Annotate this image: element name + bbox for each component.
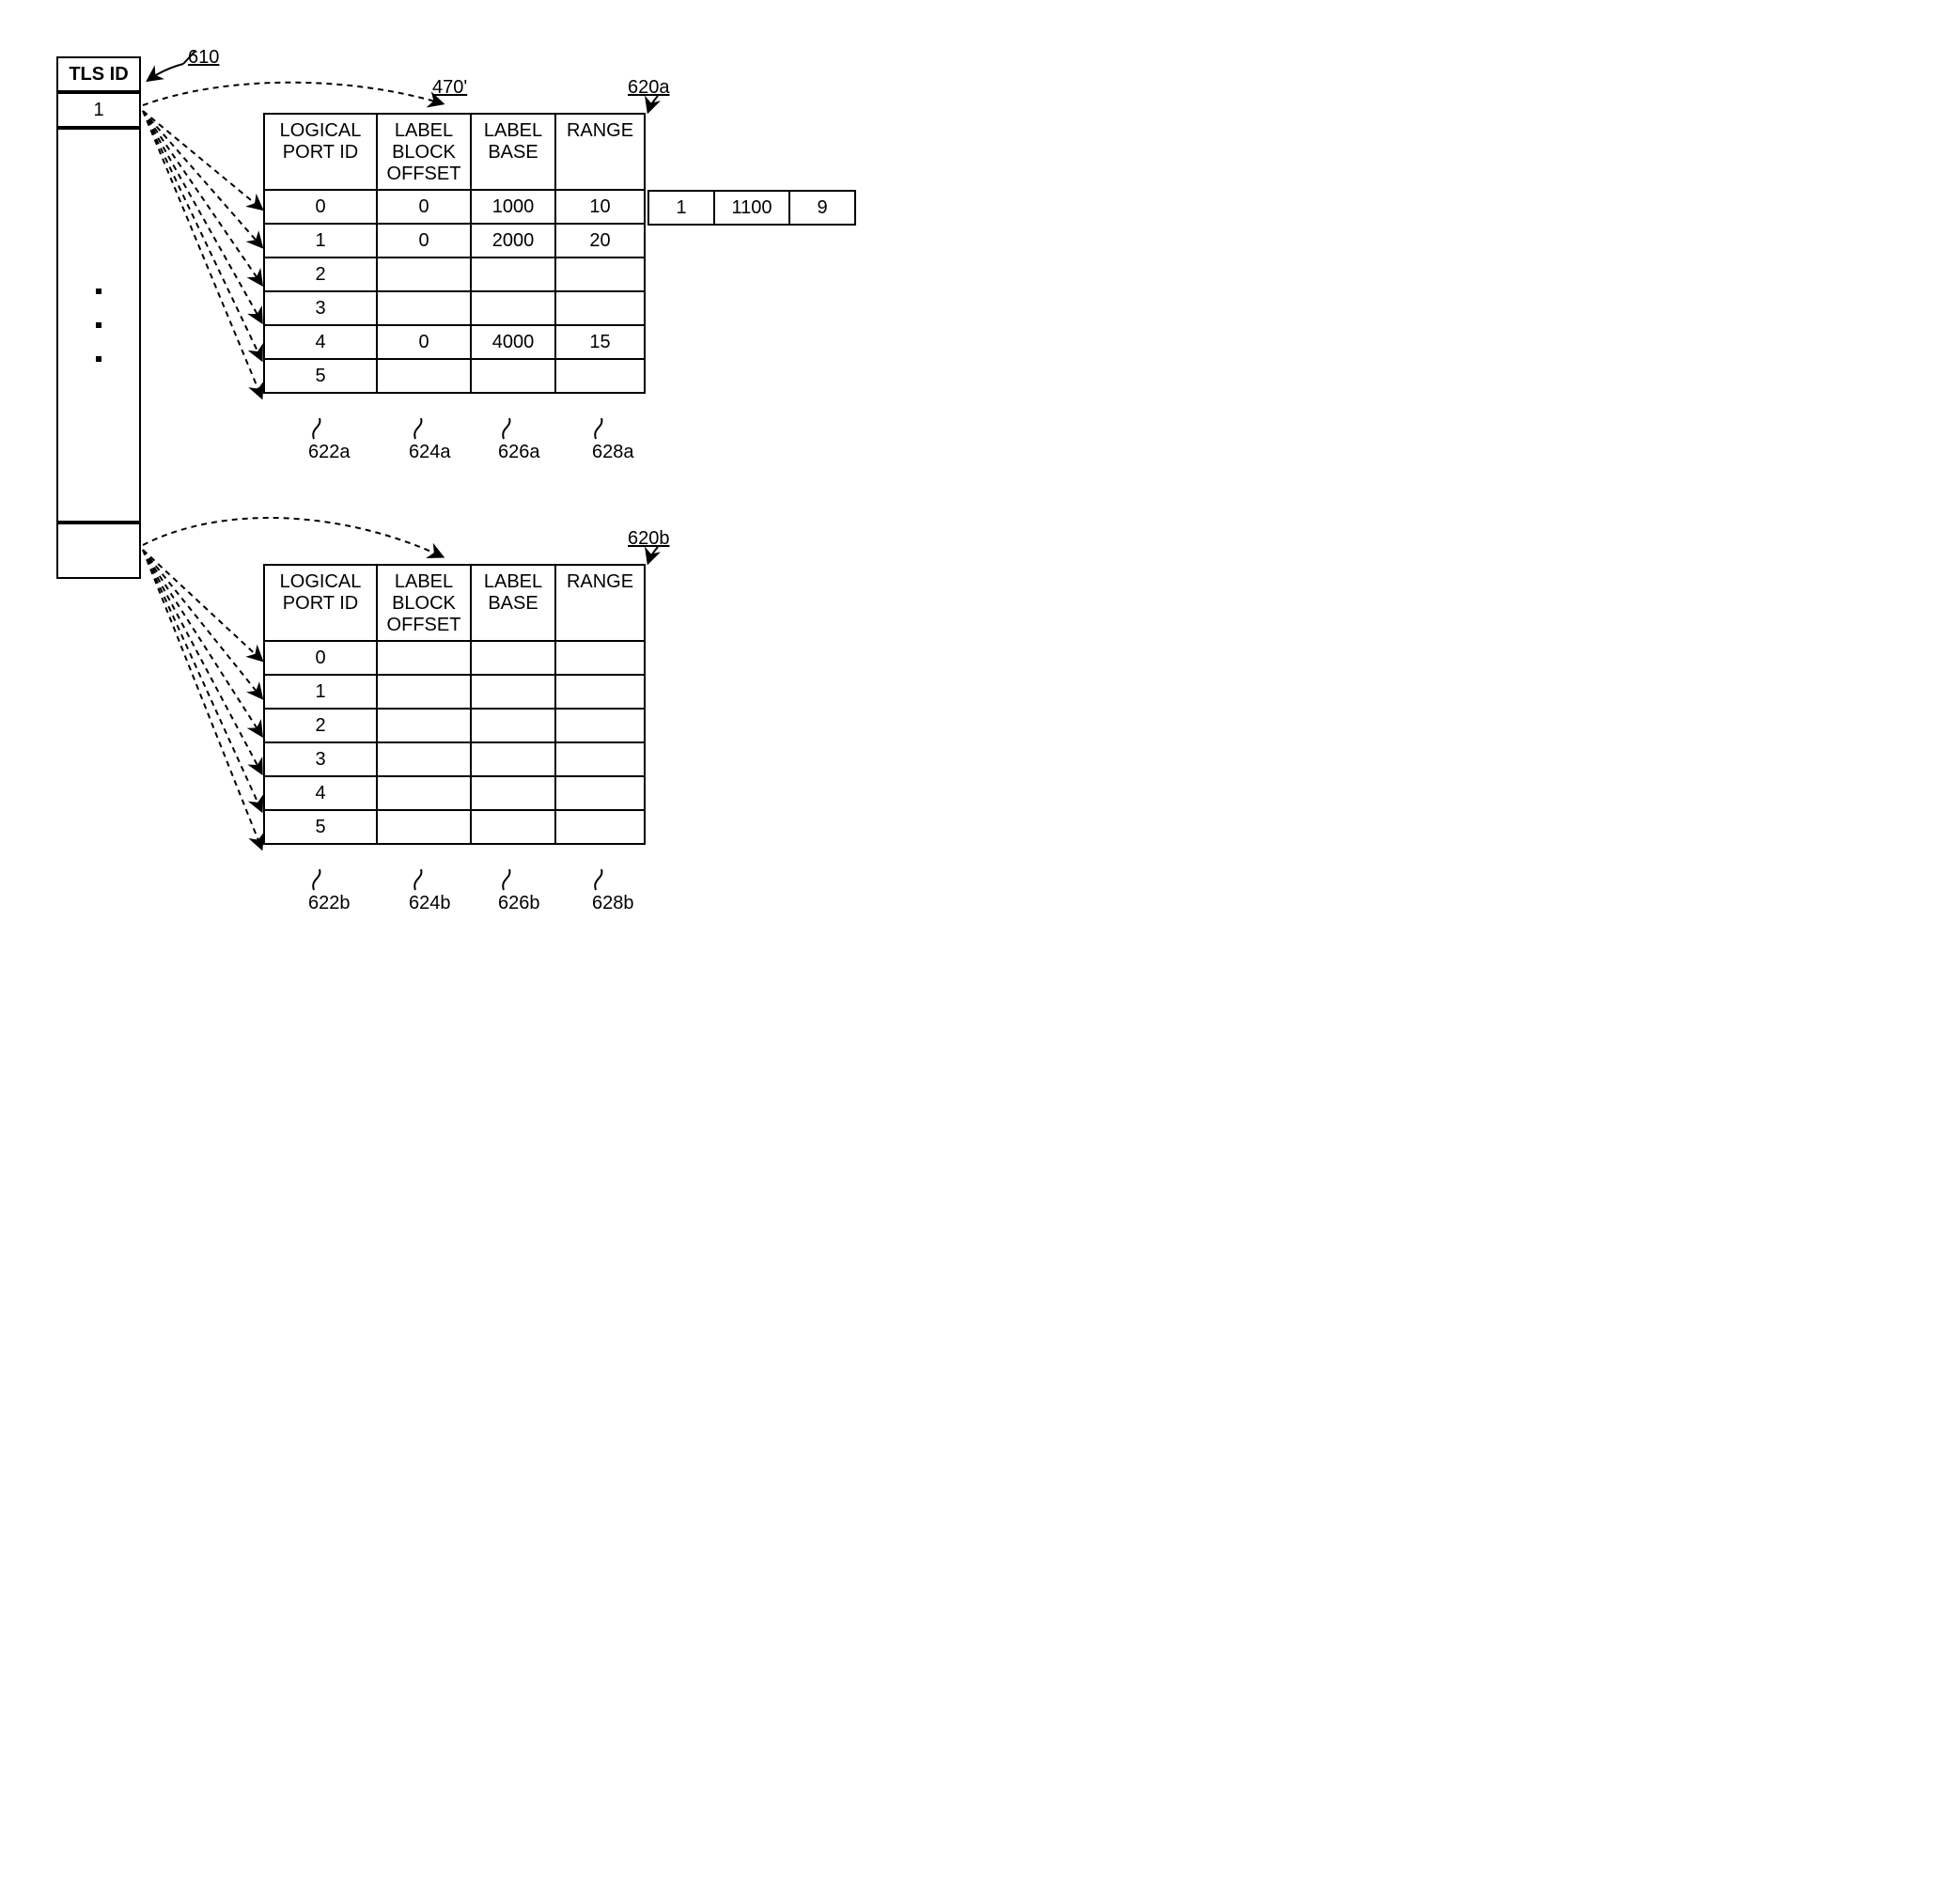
cell <box>555 641 645 675</box>
cell <box>471 675 555 709</box>
ref-label-622b: 622b <box>308 893 351 914</box>
cell: 0 <box>377 224 471 258</box>
table-row: 0 0 1000 10 <box>264 190 645 224</box>
table-row: 0 <box>264 641 645 675</box>
cell: 20 <box>555 224 645 258</box>
ref-label-626a: 626a <box>498 442 540 463</box>
col-header-base: LABEL BASE <box>471 565 555 641</box>
col-header-port: LOGICAL PORT ID <box>264 114 377 190</box>
cell: 2000 <box>471 224 555 258</box>
tls-id-last-cell <box>56 523 141 579</box>
cell: 3 <box>264 742 377 776</box>
ref-label-470prime: 470' <box>432 77 467 99</box>
tls-id-mid-cell <box>56 128 141 523</box>
cell <box>555 742 645 776</box>
cell: 2 <box>264 258 377 291</box>
cell <box>377 742 471 776</box>
tls-id-first-cell: 1 <box>56 92 141 128</box>
cell <box>555 709 645 742</box>
cell: 4000 <box>471 325 555 359</box>
ref-label-620b: 620b <box>628 528 670 550</box>
cell: 0 <box>377 190 471 224</box>
cell <box>377 709 471 742</box>
cell <box>377 291 471 325</box>
cell <box>471 291 555 325</box>
diagram-canvas: TLS ID 1 LOGICAL PORT ID LABEL BLOCK OFF… <box>38 38 977 959</box>
cell: 1 <box>264 224 377 258</box>
table-620a: LOGICAL PORT ID LABEL BLOCK OFFSET LABEL… <box>263 113 646 394</box>
cell: 2 <box>264 709 377 742</box>
cell <box>471 258 555 291</box>
cell <box>377 776 471 810</box>
table-620b: LOGICAL PORT ID LABEL BLOCK OFFSET LABEL… <box>263 564 646 845</box>
table-row: 3 <box>264 742 645 776</box>
table-row: 1 <box>264 675 645 709</box>
cell <box>471 742 555 776</box>
cell: 4 <box>264 325 377 359</box>
table-row: 3 <box>264 291 645 325</box>
col-header-range: RANGE <box>555 565 645 641</box>
ref-label-622a: 622a <box>308 442 351 463</box>
cell: 5 <box>264 359 377 393</box>
ellipsis-dot-icon <box>96 322 101 328</box>
cell <box>555 675 645 709</box>
cell <box>471 776 555 810</box>
cell <box>555 291 645 325</box>
cell <box>471 359 555 393</box>
cell <box>377 675 471 709</box>
cell <box>471 810 555 844</box>
cell <box>471 641 555 675</box>
cell: 1100 <box>714 191 789 225</box>
table-row: 5 <box>264 810 645 844</box>
ref-label-620a: 620a <box>628 77 670 99</box>
cell: 1 <box>264 675 377 709</box>
table-row: 2 <box>264 709 645 742</box>
ref-label-624b: 624b <box>409 893 451 914</box>
col-header-port: LOGICAL PORT ID <box>264 565 377 641</box>
col-header-range: RANGE <box>555 114 645 190</box>
table-row: 1 0 2000 20 <box>264 224 645 258</box>
table-row: 4 0 4000 15 <box>264 325 645 359</box>
cell: 1 <box>648 191 714 225</box>
cell: 0 <box>377 325 471 359</box>
cell <box>377 258 471 291</box>
col-header-offset: LABEL BLOCK OFFSET <box>377 565 471 641</box>
cell: 1000 <box>471 190 555 224</box>
cell <box>555 776 645 810</box>
ref-label-610: 610 <box>188 47 219 69</box>
table-row: 4 <box>264 776 645 810</box>
cell: 15 <box>555 325 645 359</box>
ellipsis-dot-icon <box>96 356 101 362</box>
cell <box>555 258 645 291</box>
ref-label-626b: 626b <box>498 893 540 914</box>
cell: 10 <box>555 190 645 224</box>
cell: 0 <box>264 190 377 224</box>
table-row: 5 <box>264 359 645 393</box>
cell: 3 <box>264 291 377 325</box>
col-header-base: LABEL BASE <box>471 114 555 190</box>
cell: 0 <box>264 641 377 675</box>
cell <box>555 810 645 844</box>
tls-id-header: TLS ID <box>56 56 141 92</box>
cell: 4 <box>264 776 377 810</box>
table-row: 2 <box>264 258 645 291</box>
ref-label-624a: 624a <box>409 442 451 463</box>
cell <box>377 359 471 393</box>
col-header-offset: LABEL BLOCK OFFSET <box>377 114 471 190</box>
cell <box>377 641 471 675</box>
ref-label-628a: 628a <box>592 442 634 463</box>
cell <box>377 810 471 844</box>
cell: 5 <box>264 810 377 844</box>
cell: 9 <box>789 191 855 225</box>
ellipsis-dot-icon <box>96 289 101 294</box>
cell <box>555 359 645 393</box>
extension-row: 1 1100 9 <box>647 190 856 226</box>
cell <box>471 709 555 742</box>
ref-label-628b: 628b <box>592 893 634 914</box>
